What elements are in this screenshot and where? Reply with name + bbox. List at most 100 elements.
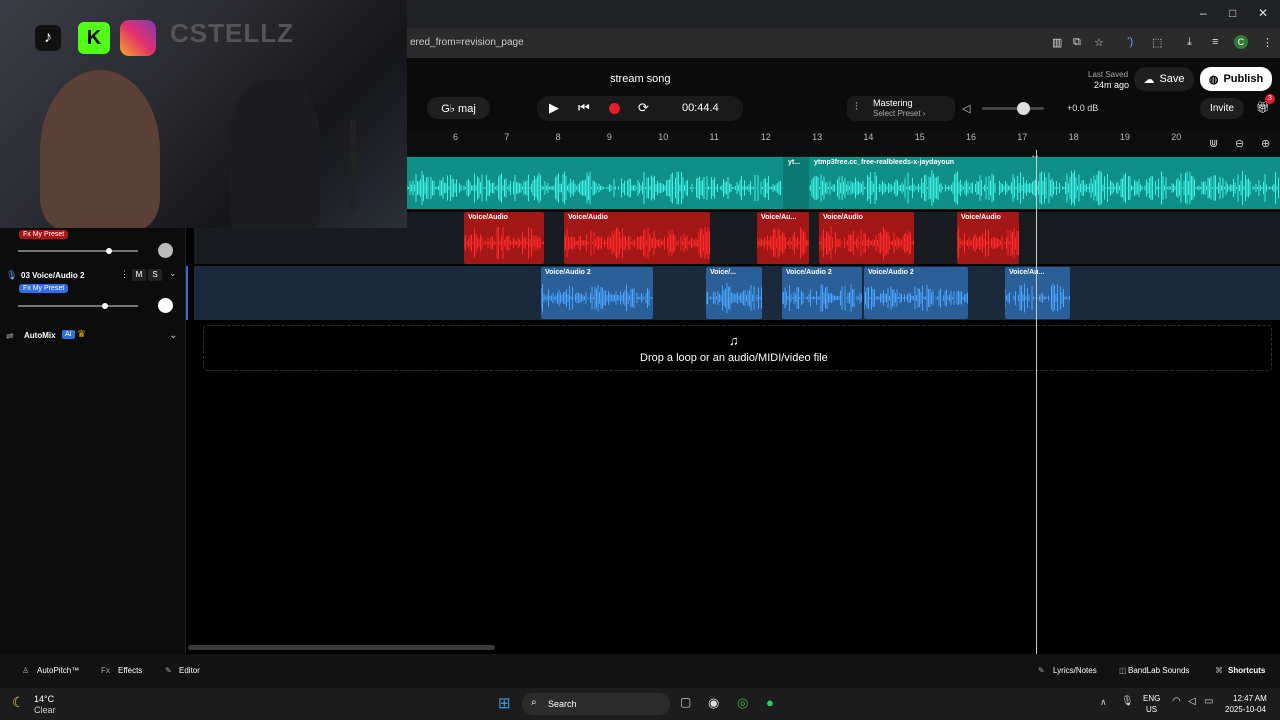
horizontal-scrollbar[interactable] [188,645,495,650]
shortcuts-button[interactable]: Shortcuts [1228,666,1265,675]
notification-badge: 3 [1265,94,1275,104]
media-control-icon[interactable]: ≡ [1212,36,1218,48]
shortcuts-icon: ⌘ [1215,666,1223,675]
playhead[interactable] [1036,150,1037,654]
track-3-clip[interactable]: Voice/Audio 2 [541,267,653,319]
track-2-clip[interactable]: Voice/Audio [564,212,710,264]
obs-app-icon[interactable]: ◉ [708,695,719,711]
volume-tray-icon[interactable]: ◁ [1188,696,1196,707]
reading-mode-icon[interactable]: ▥ [1052,36,1062,49]
clip-waveform [864,284,968,312]
moon-weather-icon: ☾ [12,694,25,710]
track-2-clip[interactable]: Voice/Audio [819,212,914,264]
zoom-in-icon[interactable]: ⊕ [1261,137,1270,150]
track-3-clip[interactable]: Voice/... [706,267,762,319]
extension-audio-icon[interactable]: ʼ) [1127,36,1133,48]
mic-tray-icon[interactable]: 🎙︎ [1121,696,1134,707]
track-2-volume-slider[interactable] [18,250,138,252]
bandlab-sounds-button[interactable]: BandLab Sounds [1128,666,1189,675]
track-3-clip[interactable]: Voice/Au... [1005,267,1070,319]
bookmark-star-icon[interactable]: ☆ [1094,36,1104,49]
magnet-snap-icon[interactable]: ⋓ [1209,137,1218,150]
automix-chevron-icon[interactable]: ⌄ [169,330,177,341]
timeline-ruler[interactable] [407,130,1280,157]
url-text[interactable]: ered_from=revision_page [410,37,524,48]
clip-waveform [706,283,762,313]
editor-button[interactable]: Editor [179,666,200,675]
track-1-clip-label: yt... [788,159,801,166]
mute-button[interactable]: M [132,269,146,281]
effects-button[interactable]: Effects [118,666,142,675]
clock-time[interactable]: 12:47 AM [1233,694,1267,703]
chrome-app-icon[interactable]: ◎ [737,695,748,711]
ruler-tick: 12 [760,132,771,142]
weather-temp[interactable]: 14°C [34,694,54,704]
spotify-app-icon[interactable]: ● [766,695,774,710]
loop-icon[interactable]: ⟳ [638,100,649,116]
chevron-up-icon[interactable]: ∧ [1100,697,1107,708]
track-2-clip[interactable]: Voice/Au... [757,212,809,264]
microphone-icon: 🎙︎ [6,270,18,280]
lyrics-notes-button[interactable]: Lyrics/Notes [1053,666,1097,675]
clip-waveform [819,226,914,260]
mute-speaker-icon[interactable]: ◁ [962,102,970,115]
track-2-volume-handle[interactable] [106,248,112,254]
skip-back-icon[interactable]: ⏮ [578,100,590,116]
zoom-out-icon[interactable]: ⊖ [1235,137,1244,150]
project-title[interactable]: stream song [610,73,671,85]
last-saved-time: 24m ago [1094,80,1130,90]
language-label[interactable]: ENG [1143,694,1160,703]
key-selector[interactable]: G♭ maj [427,97,490,119]
master-volume-knob[interactable] [1017,102,1030,115]
solo-button[interactable]: S [148,269,162,281]
track-2-clip[interactable]: Voice/Audio [464,212,544,264]
volume-db-readout: +0.0 dB [1067,103,1099,113]
clip-label: Voice/Au... [761,214,797,221]
track-3-pan-knob[interactable] [158,298,173,313]
play-icon[interactable]: ▶ [549,100,559,116]
install-app-icon[interactable]: ⧉ [1073,36,1081,49]
ruler-tick: 6 [453,132,459,142]
autopitch-button[interactable]: AutoPitch™ [37,666,79,675]
person-right [230,80,320,228]
ruler-tick: 8 [555,132,561,142]
track-2-fx-preset[interactable]: Fx My Preset [19,230,69,239]
profile-avatar[interactable]: C [1234,35,1248,49]
battery-icon[interactable]: ▭ [1204,696,1213,707]
save-button[interactable]: ☁ Save [1134,67,1194,91]
track-2-pan-knob[interactable] [158,243,173,258]
track-3-volume-slider[interactable] [18,305,138,307]
minimize-button[interactable]: – [1200,6,1207,20]
automix-label[interactable]: AutoMix [24,331,56,340]
autopitch-icon: ♙ [22,666,30,675]
downloads-icon[interactable]: ⤓ [1187,36,1192,49]
track-3-fx-preset[interactable]: Fx My Preset [19,284,69,293]
clock-date: 2025-10-04 [1225,705,1266,714]
taskbar-search[interactable] [522,693,670,715]
invite-button[interactable]: Invite [1200,98,1244,119]
track-options-icon[interactable]: ⋮ [120,269,129,280]
record-button[interactable] [609,103,620,114]
mastering-sliders-icon: ⫶ [855,101,858,113]
task-view-icon[interactable]: ▢ [680,695,691,709]
track-2-clip[interactable]: Voice/Audio [957,212,1019,264]
close-window-button[interactable]: ✕ [1258,6,1268,20]
clip-label: Voice/Audio 2 [868,269,914,276]
master-volume-slider[interactable] [982,107,1044,110]
track-3-clip[interactable]: Voice/Audio 2 [782,267,862,319]
track-3-volume-handle[interactable] [102,303,108,309]
track-3-clip[interactable]: Voice/Audio 2 [864,267,968,319]
drop-zone[interactable] [203,325,1272,371]
track-3-name[interactable]: 03 Voice/Audio 2 [21,271,84,280]
publish-button[interactable]: ◍ Publish [1200,67,1272,91]
key-label: G♭ maj [441,102,476,115]
extensions-icon[interactable]: ⬚ [1152,36,1162,49]
track-3-selected-indicator [186,266,188,320]
chevron-down-icon[interactable]: ⌄ [169,268,177,279]
wifi-icon[interactable]: ◠ [1172,696,1181,707]
ruler-tick: 19 [1119,132,1130,142]
windows-start-icon[interactable]: ⊞ [498,694,511,712]
clip-waveform [541,284,653,312]
browser-menu-icon[interactable]: ⋮ [1262,36,1273,49]
maximize-button[interactable]: □ [1229,6,1236,20]
